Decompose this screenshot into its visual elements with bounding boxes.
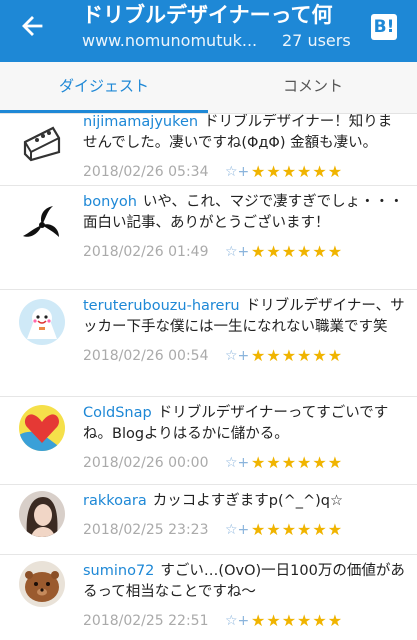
tab-digest[interactable]: ダイジェスト xyxy=(0,62,208,114)
list-item: bonyoh いや、これ、マジで凄すぎでしょ・・・面白い記事、ありがとうございます… xyxy=(0,186,417,290)
tomoe-icon xyxy=(19,202,65,248)
comment-user[interactable]: teruterubouzu-hareru xyxy=(83,298,240,314)
comment-user[interactable]: sumino72 xyxy=(83,563,154,579)
comment-text: rakkoara カッコよすぎますp(^_^)q☆ xyxy=(83,491,405,512)
heart-icon xyxy=(19,405,65,451)
back-arrow-icon xyxy=(22,16,43,36)
star-rating[interactable]: ★★★★★★ xyxy=(251,520,343,539)
avatar[interactable] xyxy=(19,202,65,248)
list-item: nijimamajyuken ドリブルデザイナー！知りませんでした。凄いですね(Φ… xyxy=(0,114,417,186)
app-header: ドリブルデザイナーって何 www.nomunomutuk... 27 users… xyxy=(0,0,417,62)
star-rating[interactable]: ★★★★★★ xyxy=(251,611,343,630)
comment-user[interactable]: rakkoara xyxy=(83,493,147,509)
comment-date: 2018/02/26 00:00 xyxy=(83,455,209,471)
avatar[interactable] xyxy=(19,405,65,451)
add-star-icon[interactable]: ☆+ xyxy=(225,348,249,364)
comment-date: 2018/02/25 23:23 xyxy=(83,522,209,538)
comment-list: nijimamajyuken ドリブルデザイナー！知りませんでした。凄いですね(Φ… xyxy=(0,114,417,640)
star-rating[interactable]: ★★★★★★ xyxy=(251,242,343,261)
list-item: ColdSnap ドリブルデザイナーってすごいですね。Blogよりはるかに儲かる。… xyxy=(0,397,417,485)
avatar[interactable] xyxy=(19,299,65,345)
back-button[interactable] xyxy=(12,10,52,42)
comment-meta: 2018/02/26 01:49 ☆+ ★★★★★★ xyxy=(83,240,405,268)
add-star-icon[interactable]: ☆+ xyxy=(225,613,249,629)
comment-meta: 2018/02/25 23:23 ☆+ ★★★★★★ xyxy=(83,518,405,546)
bookmark-user-count[interactable]: 27 users xyxy=(282,30,351,52)
comment-text: sumino72 すごい…(OvO)一日100万の価値があるって相当なことですね〜 xyxy=(83,561,405,603)
list-item: sumino72 すごい…(OvO)一日100万の価値があるって相当なことですね〜… xyxy=(0,555,417,640)
comment-meta: 2018/02/25 22:51 ☆+ ★★★★★★ xyxy=(83,609,405,637)
comment-text: bonyoh いや、これ、マジで凄すぎでしょ・・・面白い記事、ありがとうございます… xyxy=(83,192,405,234)
comment-date: 2018/02/26 05:34 xyxy=(83,164,209,180)
page-domain[interactable]: www.nomunomutuk... xyxy=(82,30,264,52)
star-rating[interactable]: ★★★★★★ xyxy=(251,453,343,472)
avatar[interactable] xyxy=(19,491,65,537)
list-item: rakkoara カッコよすぎますp(^_^)q☆ 2018/02/25 23:2… xyxy=(0,485,417,555)
star-rating[interactable]: ★★★★★★ xyxy=(251,346,343,365)
add-star-icon[interactable]: ☆+ xyxy=(225,164,249,180)
comment-user[interactable]: ColdSnap xyxy=(83,405,152,421)
tab-comment[interactable]: コメント xyxy=(209,62,417,114)
comment-user[interactable]: nijimamajyuken xyxy=(83,114,198,130)
tab-bar: ダイジェスト コメント xyxy=(0,62,417,114)
teru-teru-bozu-icon xyxy=(19,299,65,345)
comment-date: 2018/02/26 01:49 xyxy=(83,244,209,260)
comment-body: カッコよすぎますp(^_^)q☆ xyxy=(152,493,344,509)
list-item: teruterubouzu-hareru ドリブルデザイナー、サッカー下手な僕には… xyxy=(0,290,417,397)
star-rating[interactable]: ★★★★★★ xyxy=(251,162,343,181)
comment-text: nijimamajyuken ドリブルデザイナー！知りませんでした。凄いですね(Φ… xyxy=(83,114,405,154)
comment-meta: 2018/02/26 05:34 ☆+ ★★★★★★ xyxy=(83,160,405,188)
active-tab-indicator xyxy=(0,110,208,113)
cake-icon xyxy=(19,120,65,166)
page-title: ドリブルデザイナーって何 xyxy=(82,3,333,27)
user-photo-icon xyxy=(19,491,65,537)
comment-user[interactable]: bonyoh xyxy=(83,194,137,210)
avatar[interactable] xyxy=(19,561,65,607)
add-star-icon[interactable]: ☆+ xyxy=(225,244,249,260)
comment-meta: 2018/02/26 00:54 ☆+ ★★★★★★ xyxy=(83,344,405,372)
comment-date: 2018/02/25 22:51 xyxy=(83,613,209,629)
add-star-icon[interactable]: ☆+ xyxy=(225,522,249,538)
avatar[interactable] xyxy=(19,120,65,166)
hatena-bookmark-icon[interactable]: B! xyxy=(371,14,397,40)
comment-text: teruterubouzu-hareru ドリブルデザイナー、サッカー下手な僕には… xyxy=(83,296,405,338)
otter-icon xyxy=(19,561,65,607)
comment-date: 2018/02/26 00:54 xyxy=(83,348,209,364)
comment-meta: 2018/02/26 00:00 ☆+ ★★★★★★ xyxy=(83,451,405,479)
comment-text: ColdSnap ドリブルデザイナーってすごいですね。Blogよりはるかに儲かる。 xyxy=(83,403,405,445)
add-star-icon[interactable]: ☆+ xyxy=(225,455,249,471)
